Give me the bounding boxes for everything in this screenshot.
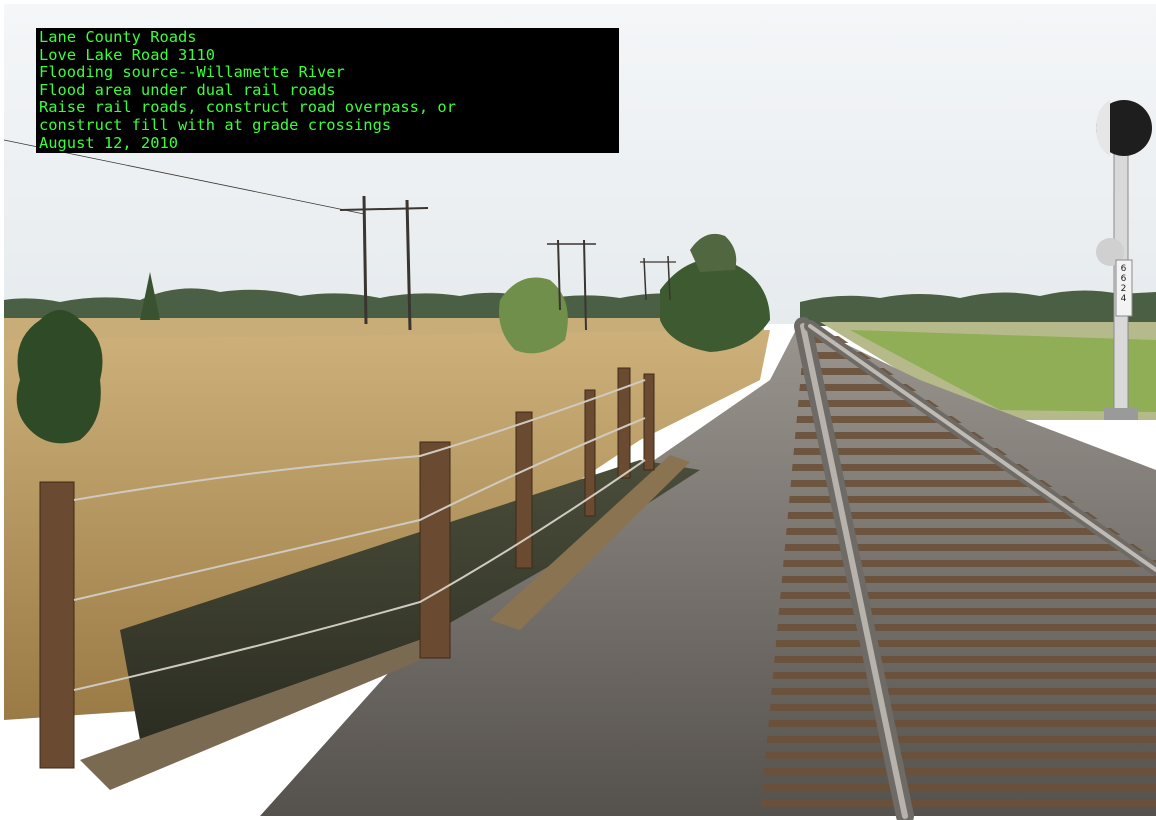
caption-line: construct fill with at grade crossings: [39, 115, 392, 134]
caption-line: Love Lake Road 3110: [39, 45, 216, 64]
caption-line: Flooding source--Willamette River: [39, 63, 345, 82]
caption-box: Lane County Roads Love Lake Road 3110 Fl…: [36, 28, 619, 153]
signal-number-sign: 6624: [1117, 264, 1129, 312]
caption-line: Lane County Roads: [39, 28, 197, 46]
signal-number-text: 6624: [1118, 264, 1129, 304]
photo-scene: 6624 Lane County Roads Love Lake Road 31…: [0, 0, 1156, 820]
caption-line: August 12, 2010: [39, 133, 178, 152]
caption-line: Flood area under dual rail roads: [39, 80, 336, 99]
caption-line: Raise rail roads, construct road overpas…: [39, 98, 456, 117]
